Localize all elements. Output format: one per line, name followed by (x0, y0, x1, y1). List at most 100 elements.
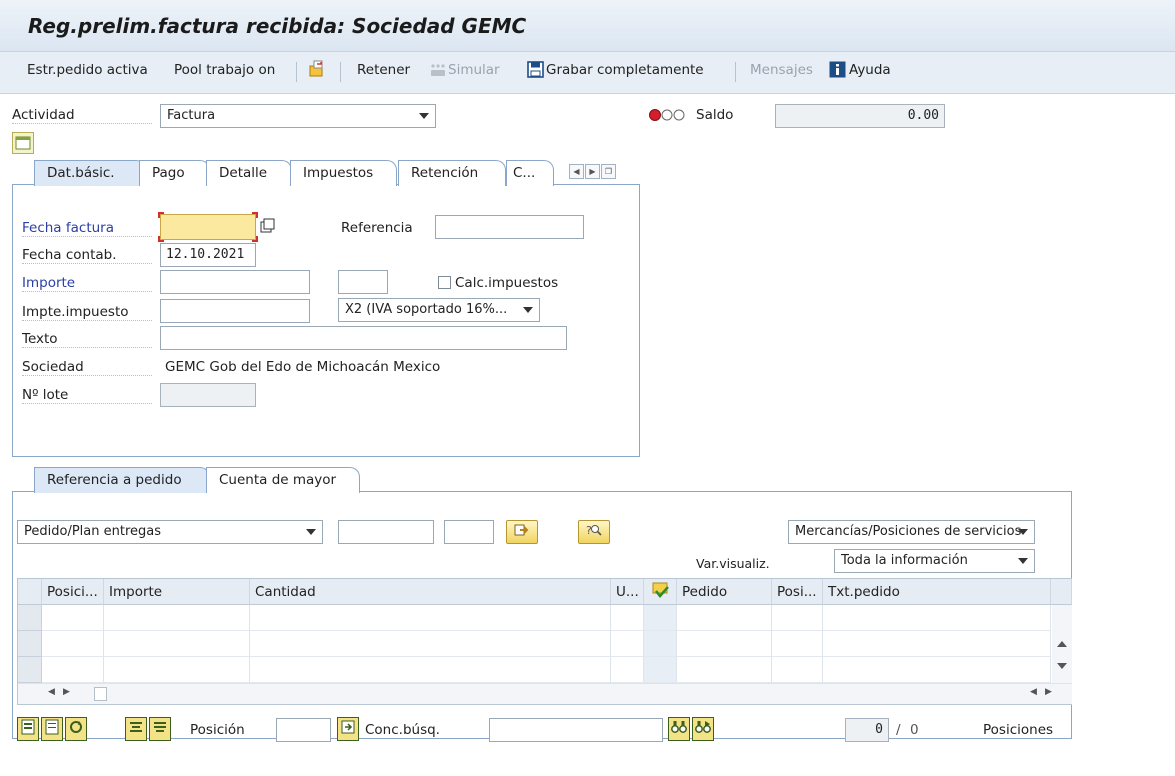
table-cell[interactable] (823, 657, 1051, 683)
new-folder-icon[interactable] (308, 60, 326, 82)
table-cell[interactable] (104, 631, 250, 657)
column-header[interactable]: Cantidad (250, 579, 611, 605)
grabar-completamente-button[interactable]: Grabar completamente (546, 62, 704, 78)
column-header[interactable]: Posici... (42, 579, 104, 605)
deselect-all-button[interactable] (41, 717, 63, 741)
table-cell[interactable] (611, 657, 644, 683)
table-cell[interactable] (772, 605, 823, 631)
table-cell[interactable] (42, 657, 104, 683)
mensajes-button[interactable]: Mensajes (750, 62, 813, 78)
tab-more[interactable]: C... (506, 160, 554, 186)
table-cell[interactable] (611, 631, 644, 657)
pedido-number-input[interactable] (338, 520, 434, 544)
table-cell[interactable] (677, 631, 772, 657)
vertical-scrollbar[interactable] (1052, 605, 1072, 683)
table-cell[interactable] (250, 605, 611, 631)
reference-type-dropdown[interactable]: Pedido/Plan entregas (17, 520, 323, 544)
fecha-factura-input[interactable] (160, 214, 256, 240)
posicion-input[interactable] (276, 718, 331, 742)
transfer-button[interactable] (506, 520, 538, 544)
find-next-button[interactable] (692, 717, 714, 741)
table-cell[interactable] (250, 657, 611, 683)
horizontal-scrollbar[interactable]: ◀ ▶ ◀ ▶ (18, 683, 1072, 704)
column-settings[interactable] (1051, 579, 1072, 605)
sociedad-label: Sociedad (22, 359, 152, 376)
scroll-left-icon[interactable]: ◀ (48, 687, 55, 697)
save-icon[interactable] (527, 61, 544, 82)
pedido-position-input[interactable] (444, 520, 494, 544)
importe-input[interactable] (160, 270, 310, 294)
tab-dat-basic[interactable]: Dat.básic. (34, 160, 146, 186)
table-cell[interactable] (644, 657, 677, 683)
fecha-contab-input[interactable]: 12.10.2021 (160, 243, 256, 267)
conc-busq-input[interactable] (489, 718, 663, 742)
retener-button[interactable]: Retener (357, 62, 410, 78)
tab-scroll-left-icon[interactable]: ◀ (569, 164, 584, 179)
scroll-down-icon[interactable] (1057, 663, 1067, 669)
calc-impuestos-checkbox[interactable] (438, 276, 451, 289)
row-selector[interactable] (18, 631, 42, 657)
calendar-popup-icon[interactable] (260, 218, 276, 238)
scroll-right-icon[interactable]: ▶ (1045, 687, 1052, 697)
table-cell[interactable] (250, 631, 611, 657)
scroll-thumb[interactable] (94, 687, 107, 701)
column-header[interactable]: Posi... (772, 579, 823, 605)
row-selector[interactable] (18, 605, 42, 631)
moneda-input[interactable] (338, 270, 388, 294)
column-header-check[interactable] (644, 579, 677, 605)
display-variant-dropdown[interactable]: Toda la información (834, 549, 1035, 573)
ayuda-button[interactable]: Ayuda (849, 62, 891, 78)
tab-referencia-pedido[interactable]: Referencia a pedido (34, 467, 210, 493)
table-cell[interactable] (644, 605, 677, 631)
sort-ascending-button[interactable] (125, 717, 147, 741)
tab-pago[interactable]: Pago (139, 160, 210, 186)
table-cell[interactable] (611, 605, 644, 631)
current-position-field: 0 (845, 718, 889, 742)
tab-detalle[interactable]: Detalle (206, 160, 292, 186)
table-cell[interactable] (42, 631, 104, 657)
referencia-input[interactable] (435, 215, 584, 239)
pool-trabajo-button[interactable]: Pool trabajo on (174, 62, 275, 78)
table-cell[interactable] (772, 657, 823, 683)
table-cell[interactable] (42, 605, 104, 631)
column-header[interactable]: Importe (104, 579, 250, 605)
refresh-button[interactable] (65, 717, 87, 741)
row-selector[interactable] (18, 657, 42, 683)
table-cell[interactable] (823, 605, 1051, 631)
row-actions-group (17, 717, 87, 741)
column-header[interactable]: Pedido (677, 579, 772, 605)
tab-cuenta-mayor[interactable]: Cuenta de mayor (206, 467, 360, 493)
tab-impuestos[interactable]: Impuestos (290, 160, 397, 186)
column-header[interactable]: Txt.pedido (823, 579, 1051, 605)
search-help-button[interactable]: ? (578, 520, 610, 544)
tab-list-icon[interactable]: ❐ (601, 164, 616, 179)
impte-impuesto-input[interactable] (160, 299, 310, 323)
tab-retencion[interactable]: Retención (398, 160, 506, 186)
goto-position-button[interactable] (337, 717, 359, 741)
scroll-right-icon[interactable]: ▶ (63, 687, 70, 697)
actividad-dropdown[interactable]: Factura (160, 104, 436, 128)
sort-descending-button[interactable] (149, 717, 171, 741)
texto-input[interactable] (160, 326, 567, 350)
goods-type-dropdown[interactable]: Mercancías/Posiciones de servicios (788, 520, 1035, 544)
expand-header-icon[interactable] (12, 132, 34, 158)
table-cell[interactable] (823, 631, 1051, 657)
table-cell[interactable] (104, 657, 250, 683)
table-cell[interactable] (677, 605, 772, 631)
column-header[interactable]: U... (611, 579, 644, 605)
select-all-button[interactable] (17, 717, 39, 741)
scroll-left-icon[interactable]: ◀ (1030, 687, 1037, 697)
scroll-up-icon[interactable] (1057, 641, 1067, 647)
select-all-corner[interactable] (18, 579, 42, 605)
table-cell[interactable] (104, 605, 250, 631)
indicador-impuesto-dropdown[interactable]: X2 (IVA soportado 16%... (338, 298, 540, 322)
estr-pedido-button[interactable]: Estr.pedido activa (27, 62, 148, 78)
table-cell[interactable] (772, 631, 823, 657)
texto-label: Texto (22, 331, 152, 348)
table-cell[interactable] (677, 657, 772, 683)
tab-scroll-right-icon[interactable]: ▶ (585, 164, 600, 179)
info-icon[interactable] (829, 61, 846, 82)
find-button[interactable] (668, 717, 690, 741)
simular-button[interactable]: Simular (448, 62, 500, 78)
table-cell[interactable] (644, 631, 677, 657)
